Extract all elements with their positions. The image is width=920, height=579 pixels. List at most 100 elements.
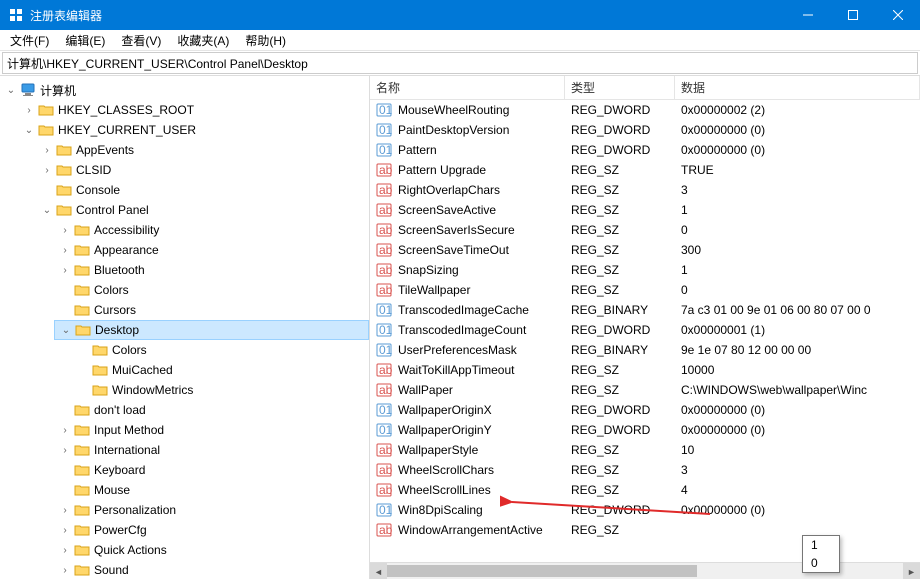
menu-favorites[interactable]: 收藏夹(A) [169, 30, 237, 51]
binary-value-icon: 011 [376, 302, 392, 318]
dropdown-option-0[interactable]: 0 [803, 554, 839, 572]
tree-desktop-windowmetrics[interactable]: WindowMetrics [72, 380, 369, 400]
list-row[interactable]: abScreenSaveActiveREG_SZ1 [370, 200, 920, 220]
chevron-right-icon[interactable]: › [58, 423, 72, 437]
menu-edit[interactable]: 编辑(E) [57, 30, 113, 51]
chevron-down-icon[interactable]: ⌄ [59, 323, 73, 337]
chevron-down-icon[interactable]: ⌄ [4, 83, 18, 97]
list-row[interactable]: abWallPaperREG_SZC:\WINDOWS\web\wallpape… [370, 380, 920, 400]
tree-clsid[interactable]: ›CLSID [36, 160, 369, 180]
tree-powercfg[interactable]: ›PowerCfg [54, 520, 369, 540]
values-list[interactable]: 名称 类型 数据 011MouseWheelRoutingREG_DWORD0x… [370, 76, 920, 579]
svg-text:011: 011 [379, 343, 392, 357]
column-name[interactable]: 名称 [370, 76, 565, 99]
chevron-right-icon[interactable]: › [58, 563, 72, 577]
list-row[interactable]: abWheelScrollLinesREG_SZ4 [370, 480, 920, 500]
column-data[interactable]: 数据 [675, 76, 920, 99]
tree-hkcr[interactable]: › HKEY_CLASSES_ROOT [18, 100, 369, 120]
tree-console[interactable]: Console [36, 180, 369, 200]
list-row[interactable]: 011TranscodedImageCountREG_DWORD0x000000… [370, 320, 920, 340]
list-row[interactable]: 011PaintDesktopVersionREG_DWORD0x0000000… [370, 120, 920, 140]
list-row[interactable]: 011Win8DpiScalingREG_DWORD0x00000000 (0) [370, 500, 920, 520]
menu-file[interactable]: 文件(F) [2, 30, 57, 51]
dropdown-option-1[interactable]: 1 [803, 536, 839, 554]
tree-international[interactable]: ›International [54, 440, 369, 460]
list-row[interactable]: abTileWallpaperREG_SZ0 [370, 280, 920, 300]
tree-cursors[interactable]: Cursors [54, 300, 369, 320]
list-row[interactable]: 011WallpaperOriginYREG_DWORD0x00000000 (… [370, 420, 920, 440]
svg-text:011: 011 [379, 403, 392, 417]
folder-icon [74, 403, 90, 417]
list-row[interactable]: abRightOverlapCharsREG_SZ3 [370, 180, 920, 200]
tree-desktop-colors[interactable]: Colors [72, 340, 369, 360]
chevron-right-icon[interactable]: › [58, 443, 72, 457]
close-button[interactable] [875, 0, 920, 30]
tree-colors[interactable]: Colors [54, 280, 369, 300]
tree-controlpanel[interactable]: ⌄Control Panel [36, 200, 369, 220]
chevron-down-icon[interactable]: ⌄ [40, 203, 54, 217]
tree-label: Colors [94, 283, 129, 297]
list-row[interactable]: 011PatternREG_DWORD0x00000000 (0) [370, 140, 920, 160]
tree-pane[interactable]: ⌄ 计算机 › HKEY_CLASSES_ROOT ⌄ HKEY_CURRENT… [0, 76, 370, 579]
tree-sound[interactable]: ›Sound [54, 560, 369, 579]
chevron-right-icon[interactable]: › [58, 503, 72, 517]
scroll-thumb[interactable] [387, 565, 697, 577]
value-type: REG_DWORD [565, 403, 675, 417]
list-row[interactable]: abWheelScrollCharsREG_SZ3 [370, 460, 920, 480]
menu-help[interactable]: 帮助(H) [237, 30, 294, 51]
list-row[interactable]: 011TranscodedImageCacheREG_BINARY7a c3 0… [370, 300, 920, 320]
svg-text:ab: ab [379, 443, 392, 457]
column-type[interactable]: 类型 [565, 76, 675, 99]
chevron-right-icon[interactable]: › [58, 543, 72, 557]
chevron-right-icon[interactable]: › [40, 143, 54, 157]
chevron-right-icon[interactable]: › [58, 523, 72, 537]
tree-bluetooth[interactable]: ›Bluetooth [54, 260, 369, 280]
minimize-button[interactable] [785, 0, 830, 30]
chevron-right-icon[interactable]: › [58, 243, 72, 257]
value-name: WindowArrangementActive [398, 523, 543, 537]
tree-hkcu[interactable]: ⌄ HKEY_CURRENT_USER [18, 120, 369, 140]
tree-mouse[interactable]: Mouse [54, 480, 369, 500]
value-data: 4 [675, 483, 920, 497]
list-row[interactable]: 011UserPreferencesMaskREG_BINARY9e 1e 07… [370, 340, 920, 360]
value-data: 1 [675, 263, 920, 277]
list-row[interactable]: 011MouseWheelRoutingREG_DWORD0x00000002 … [370, 100, 920, 120]
scroll-left-button[interactable]: ◄ [370, 563, 387, 579]
svg-text:011: 011 [379, 503, 392, 517]
list-row[interactable]: abPattern UpgradeREG_SZTRUE [370, 160, 920, 180]
maximize-button[interactable] [830, 0, 875, 30]
value-name: WallPaper [398, 383, 453, 397]
tree-dontload[interactable]: don't load [54, 400, 369, 420]
tree-desktop[interactable]: ⌄Desktop [54, 320, 369, 340]
tree-personalization[interactable]: ›Personalization [54, 500, 369, 520]
chevron-right-icon[interactable]: › [58, 223, 72, 237]
tree-keyboard[interactable]: Keyboard [54, 460, 369, 480]
list-row[interactable]: abScreenSaveTimeOutREG_SZ300 [370, 240, 920, 260]
chevron-down-icon[interactable]: ⌄ [22, 123, 36, 137]
list-row[interactable]: abScreenSaverIsSecureREG_SZ0 [370, 220, 920, 240]
list-row[interactable]: abSnapSizingREG_SZ1 [370, 260, 920, 280]
value-dropdown[interactable]: 1 0 [802, 535, 840, 573]
chevron-right-icon[interactable]: › [40, 163, 54, 177]
list-row[interactable]: abWallpaperStyleREG_SZ10 [370, 440, 920, 460]
tree-appevents[interactable]: ›AppEvents [36, 140, 369, 160]
value-name: RightOverlapChars [398, 183, 500, 197]
tree-desktop-muicached[interactable]: MuiCached [72, 360, 369, 380]
binary-value-icon: 011 [376, 402, 392, 418]
tree-appearance[interactable]: ›Appearance [54, 240, 369, 260]
tree-quickactions[interactable]: ›Quick Actions [54, 540, 369, 560]
chevron-right-icon[interactable]: › [58, 263, 72, 277]
list-row[interactable]: abWaitToKillAppTimeoutREG_SZ10000 [370, 360, 920, 380]
tree-inputmethod[interactable]: ›Input Method [54, 420, 369, 440]
address-bar[interactable]: 计算机\HKEY_CURRENT_USER\Control Panel\Desk… [2, 52, 918, 74]
string-value-icon: ab [376, 162, 392, 178]
value-name: WallpaperStyle [398, 443, 478, 457]
menu-view[interactable]: 查看(V) [113, 30, 169, 51]
scroll-right-button[interactable]: ► [903, 563, 920, 579]
tree-accessibility[interactable]: ›Accessibility [54, 220, 369, 240]
folder-icon [74, 283, 90, 297]
list-row[interactable]: 011WallpaperOriginXREG_DWORD0x00000000 (… [370, 400, 920, 420]
tree-label: Colors [112, 343, 147, 357]
tree-root-computer[interactable]: ⌄ 计算机 [0, 80, 369, 100]
chevron-right-icon[interactable]: › [22, 103, 36, 117]
